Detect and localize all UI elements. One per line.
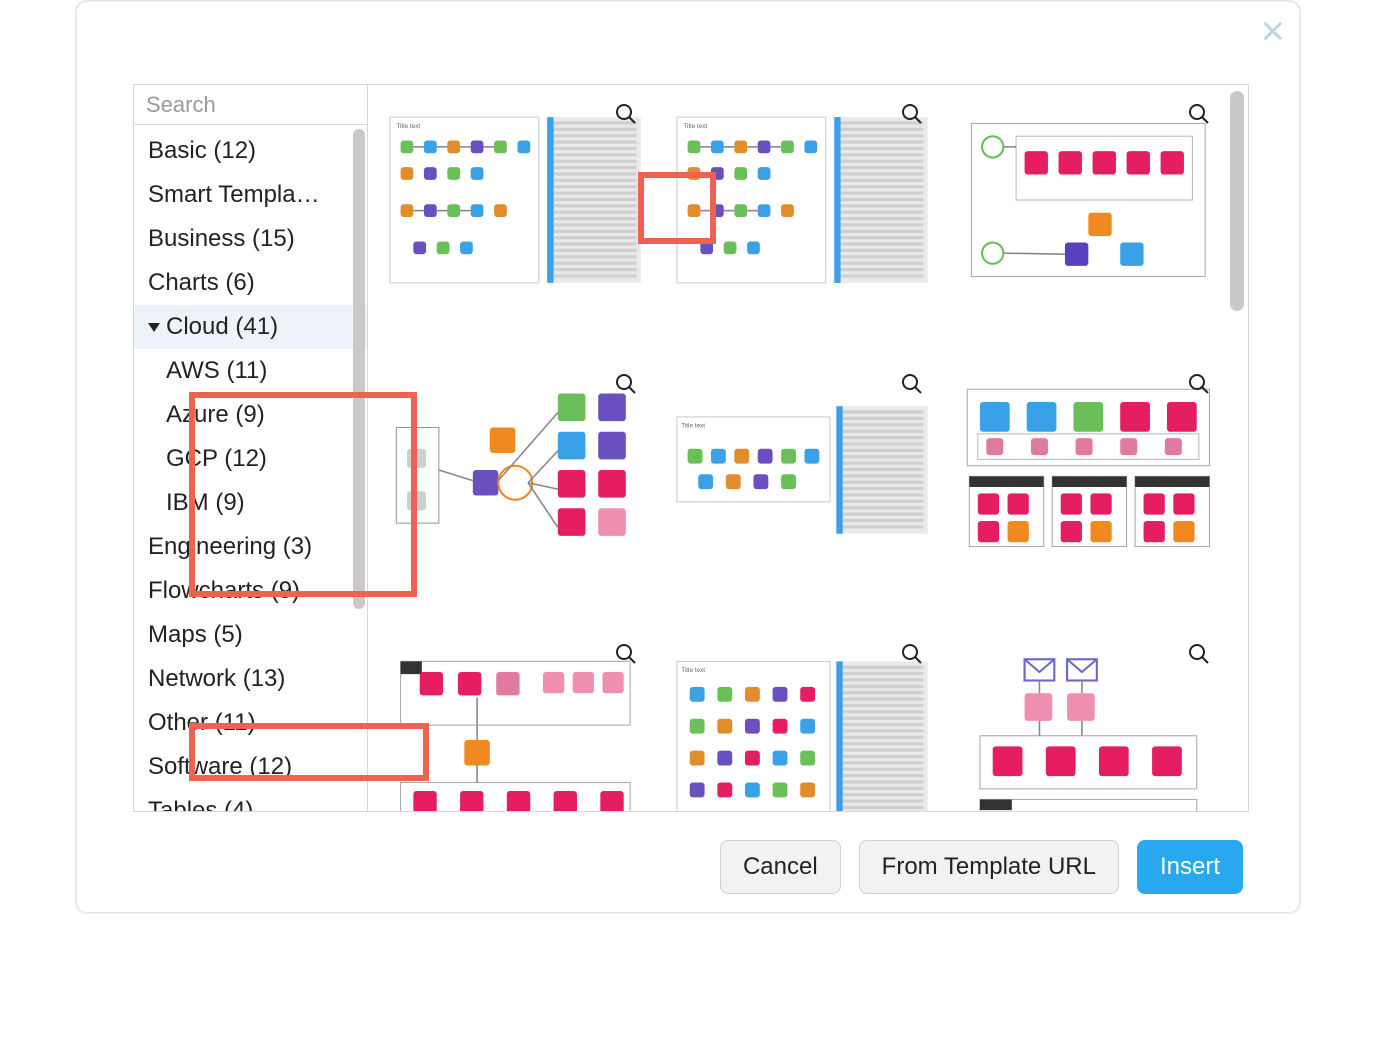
category-item[interactable]: Charts (6) [134,261,367,305]
template-thumbnail: Title text [386,115,645,285]
category-scroll: Basic (12) Smart Templa… Business (15) Char… [134,125,367,811]
zoom-icon[interactable] [611,639,641,669]
category-item[interactable]: GCP (12) [134,437,367,481]
zoom-icon[interactable] [897,99,927,129]
template-aws-pink-2[interactable] [959,365,1218,575]
chevron-down-icon [148,323,160,332]
category-label: IBM (9) [166,489,245,516]
zoom-icon[interactable] [611,99,641,129]
zoom-icon[interactable] [1184,99,1214,129]
category-label: Network (13) [148,665,285,692]
category-item[interactable]: Cloud (41) [134,305,367,349]
zoom-icon[interactable] [897,369,927,399]
category-label: Smart Templa… [148,181,320,208]
category-item[interactable]: Azure (9) [134,393,367,437]
category-item[interactable]: AWS (11) [134,349,367,393]
category-label: Azure (9) [166,401,265,428]
category-label: Other (11) [148,709,256,736]
template-thumbnail [386,385,645,555]
template-thumbnail: Title text [673,115,932,285]
category-label: Maps (5) [148,621,243,648]
svg-text:Title text: Title text [681,423,705,430]
search-field[interactable] [134,85,367,125]
zoom-icon[interactable] [1184,369,1214,399]
template-aws-blocks-1[interactable] [386,365,645,575]
dialog-body: Basic (12) Smart Templa… Business (15) Char… [133,84,1249,812]
insert-button[interactable]: Insert [1137,840,1243,894]
zoom-icon[interactable] [1184,639,1214,669]
template-aws-pink-1[interactable] [959,95,1218,305]
category-item[interactable]: Other (11) [134,701,367,745]
template-flowchart-blue-1[interactable]: Title text [386,95,645,305]
category-item[interactable]: Network (13) [134,657,367,701]
category-label: Flowcharts (9) [148,577,300,604]
template-thumbnail: Title text [673,655,932,811]
template-flowchart-blue-2[interactable]: Title text [673,95,932,305]
category-item[interactable]: Engineering (3) [134,525,367,569]
from-template-url-button[interactable]: From Template URL [859,840,1119,894]
svg-text:Title text: Title text [396,123,420,130]
category-item[interactable]: Software (12) [134,745,367,789]
template-gallery: Title text Title text Title text Title text [368,85,1248,811]
zoom-icon[interactable] [897,639,927,669]
template-picker-dialog: × Basic (12) Smart Templa… Business (15) Ch… [75,0,1301,914]
category-label: Tables (4) [148,797,253,811]
svg-text:Title text: Title text [683,123,707,130]
template-thumbnail [386,655,645,811]
category-label: Software (12) [148,753,292,780]
category-label: Basic (12) [148,137,256,164]
category-item[interactable]: Maps (5) [134,613,367,657]
dialog-footer: Cancel From Template URL Insert [77,840,1243,894]
template-thumbnail: Title text [673,385,932,555]
zoom-icon[interactable] [611,369,641,399]
gallery-scrollbar[interactable] [1230,91,1244,311]
category-item[interactable]: Basic (12) [134,129,367,173]
category-label: Cloud (41) [166,313,278,340]
category-label: Business (15) [148,225,295,252]
template-network-pink-1[interactable] [386,635,645,811]
category-label: Engineering (3) [148,533,312,560]
category-sidebar: Basic (12) Smart Templa… Business (15) Char… [134,85,368,811]
template-aws-mail-1[interactable] [959,635,1218,811]
template-thumbnail [959,655,1218,811]
cancel-button[interactable]: Cancel [720,840,841,894]
category-label: AWS (11) [166,357,267,384]
category-item[interactable]: IBM (9) [134,481,367,525]
sidebar-scrollbar[interactable] [353,129,365,609]
close-button[interactable]: × [1260,10,1285,52]
template-flowchart-green-1[interactable]: Title text [673,365,932,575]
category-label: Charts (6) [148,269,255,296]
category-item[interactable]: Flowcharts (9) [134,569,367,613]
svg-text:Title text: Title text [681,667,705,674]
template-flowchart-orange-1[interactable]: Title text [673,635,932,811]
category-list: Basic (12) Smart Templa… Business (15) Char… [134,125,367,811]
category-item[interactable]: Tables (4) [134,789,367,811]
template-grid: Title text Title text Title text Title text [386,95,1218,811]
template-thumbnail [959,115,1218,285]
template-thumbnail [959,385,1218,555]
category-item[interactable]: Business (15) [134,217,367,261]
category-item[interactable]: Smart Templa… [134,173,367,217]
category-label: GCP (12) [166,445,267,472]
